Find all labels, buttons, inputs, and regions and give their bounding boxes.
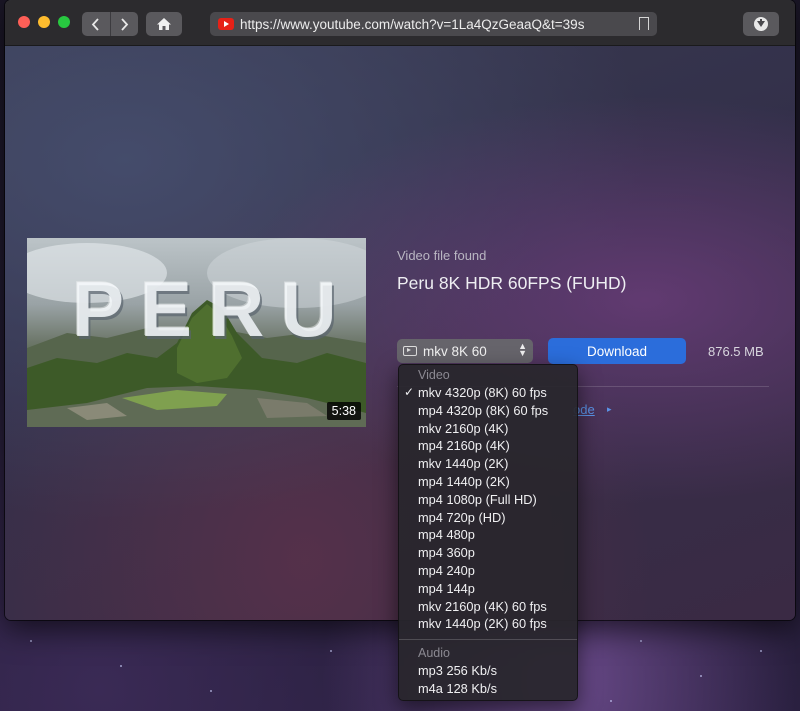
menu-item-label: mp4 2160p (4K) <box>418 438 510 454</box>
menu-item-video-format[interactable]: mkv 1440p (2K) <box>399 455 577 473</box>
menu-item-video-format[interactable]: mkv 1440p (2K) 60 fps <box>399 615 577 633</box>
youtube-icon <box>218 18 234 30</box>
menu-item-label: mp3 256 Kb/s <box>418 663 497 679</box>
format-select[interactable]: mkv 8K 60 ▲ ▼ <box>397 339 533 363</box>
forward-button[interactable] <box>109 12 139 36</box>
address-bar[interactable]: https://www.youtube.com/watch?v=1La4QzGe… <box>210 12 657 36</box>
menu-item-video-format[interactable]: mp4 480p <box>399 526 577 544</box>
menu-item-video-format[interactable]: mp4 4320p (8K) 60 fps <box>399 402 577 420</box>
menu-section-header-audio: Audio <box>418 646 450 661</box>
download-button[interactable]: Download <box>548 338 686 364</box>
chevron-up-down-icon: ▲ ▼ <box>518 341 527 358</box>
menu-item-label: mkv 2160p (4K) <box>418 420 509 436</box>
menu-item-audio-format[interactable]: m4a 128 Kb/s <box>399 680 577 698</box>
menu-item-label: m4a 128 Kb/s <box>418 680 497 696</box>
menu-item-label: mkv 2160p (4K) 60 fps <box>418 598 547 614</box>
menu-item-label: mp4 144p <box>418 580 475 596</box>
url-text: https://www.youtube.com/watch?v=1La4QzGe… <box>240 16 585 32</box>
menu-item-label: mp4 480p <box>418 527 475 543</box>
chevron-left-icon <box>92 17 99 31</box>
minimize-window-button[interactable] <box>38 16 50 28</box>
menu-item-label: mp4 360p <box>418 545 475 561</box>
menu-item-label: mp4 1440p (2K) <box>418 473 510 489</box>
bookmark-icon[interactable] <box>639 17 649 31</box>
menu-item-video-format[interactable]: mkv 2160p (4K) <box>399 420 577 438</box>
home-button[interactable] <box>146 12 182 36</box>
triangle-right-icon: ▸ <box>607 404 612 414</box>
menu-item-video-format[interactable]: mp4 240p <box>399 562 577 580</box>
video-duration-badge: 5:38 <box>326 402 361 420</box>
menu-item-label: mkv 1440p (2K) 60 fps <box>418 616 547 632</box>
title-bar: https://www.youtube.com/watch?v=1La4QzGe… <box>5 0 795 46</box>
menu-item-video-format[interactable]: mp4 720p (HD) <box>399 509 577 527</box>
menu-item-video-format[interactable]: mkv 2160p (4K) 60 fps <box>399 598 577 616</box>
file-size-label: 876.5 MB <box>708 344 764 359</box>
video-title: Peru 8K HDR 60FPS (FUHD) <box>397 273 627 293</box>
download-icon <box>754 17 768 31</box>
back-button[interactable] <box>82 12 110 36</box>
format-dropdown-menu: Video ✓ mkv 4320p (8K) 60 fps mp4 4320p (8… <box>398 364 578 701</box>
format-select-value: mkv 8K 60 <box>423 343 487 359</box>
menu-separator <box>399 639 577 641</box>
close-window-button[interactable] <box>18 16 30 28</box>
menu-item-label: mkv 4320p (8K) 60 fps <box>418 385 547 400</box>
menu-item-label: mp4 720p (HD) <box>418 509 506 525</box>
chevron-right-icon <box>121 17 128 31</box>
menu-item-video-format[interactable]: mp4 2160p (4K) <box>399 437 577 455</box>
video-thumbnail[interactable]: PERU 5:38 <box>27 238 366 427</box>
menu-item-video-format[interactable]: mp4 144p <box>399 580 577 598</box>
video-file-icon <box>403 346 417 356</box>
menu-item-label: mp4 4320p (8K) 60 fps <box>418 402 549 418</box>
menu-item-video-format[interactable]: mp4 1440p (2K) <box>399 473 577 491</box>
menu-item-label: mp4 1080p (Full HD) <box>418 491 537 507</box>
status-label: Video file found <box>397 248 487 263</box>
zoom-window-button[interactable] <box>58 16 70 28</box>
menu-item-label: mp4 240p <box>418 562 475 578</box>
home-icon <box>157 18 171 30</box>
downloads-button[interactable] <box>743 12 779 36</box>
thumbnail-title-text: PERU <box>72 265 353 353</box>
menu-section-header-video: Video <box>418 368 450 382</box>
menu-item-video-format[interactable]: mp4 360p <box>399 544 577 562</box>
navigation-buttons <box>82 12 138 36</box>
menu-item-label: mkv 1440p (2K) <box>418 456 509 472</box>
menu-item-audio-format[interactable]: mp3 256 Kb/s <box>399 662 577 680</box>
menu-item-video-format[interactable]: mp4 1080p (Full HD) <box>399 491 577 509</box>
checkmark-icon: ✓ <box>404 385 415 399</box>
menu-item-video-format[interactable]: ✓ mkv 4320p (8K) 60 fps <box>399 384 577 402</box>
